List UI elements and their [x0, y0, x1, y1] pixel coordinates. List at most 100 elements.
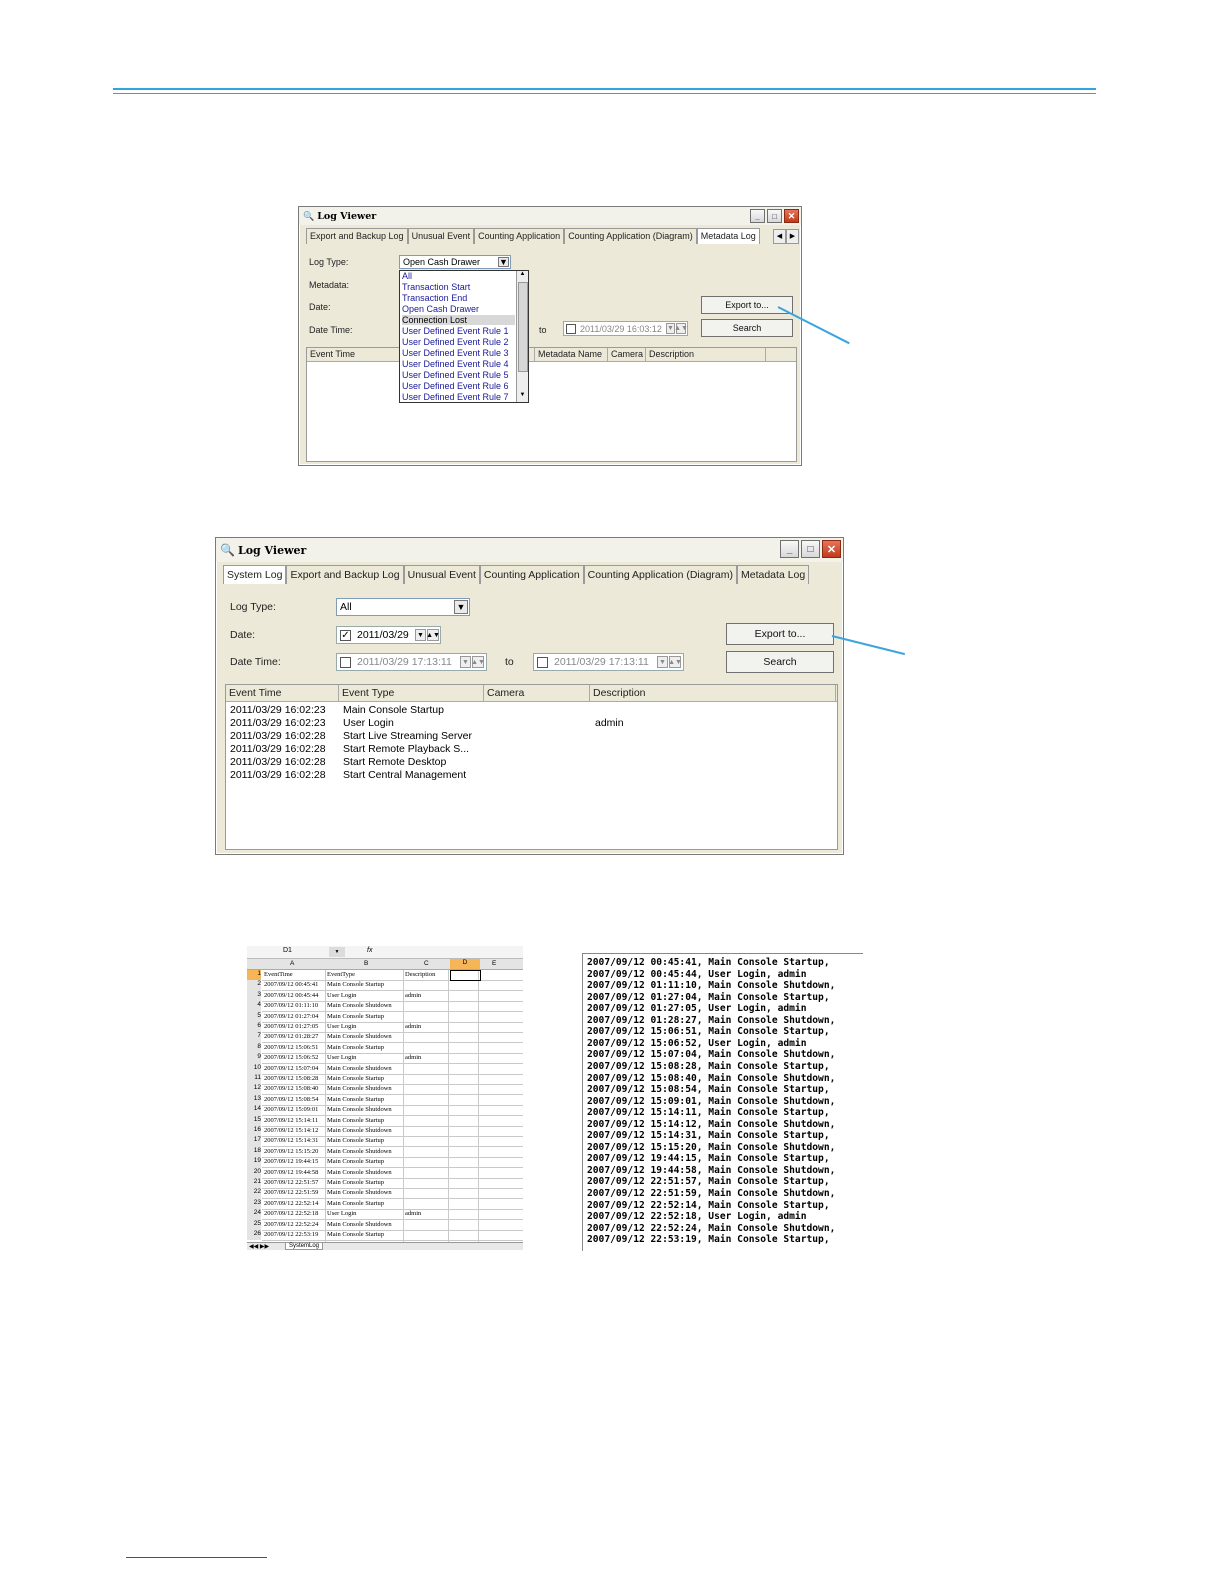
header-cell[interactable]: EventType	[327, 971, 355, 978]
date-time-from-picker[interactable]: 2011/03/29 17:13:11 ▼ ▲▼	[336, 653, 487, 671]
tab-unusual-event[interactable]: Unusual Event	[407, 228, 475, 244]
table-cell[interactable]: Main Console Shutdown	[327, 1169, 392, 1176]
maximize-button[interactable]: □	[767, 209, 782, 223]
row-number[interactable]: 25	[247, 1219, 261, 1230]
table-cell[interactable]: Main Console Shutdown	[327, 1221, 392, 1228]
table-cell[interactable]: Main Console Startup	[327, 1137, 384, 1144]
close-button[interactable]: ✕	[822, 540, 841, 558]
row-number[interactable]: 13	[247, 1094, 261, 1106]
results-list[interactable]: Event Time Metadata Name Camera Descript…	[306, 347, 797, 462]
table-row[interactable]: 2011/03/29 16:02:28 Start Central Managem…	[226, 769, 836, 782]
date-time-from-dropdown-icon[interactable]: ▼	[460, 656, 471, 668]
sheet-tab-systemlog[interactable]: SystemLog	[285, 1243, 324, 1250]
table-cell[interactable]: Main Console Startup	[327, 1179, 384, 1186]
column-description[interactable]: Description	[646, 348, 766, 361]
table-cell[interactable]: Main Console Shutdown	[327, 1148, 392, 1155]
row-number[interactable]: 16	[247, 1126, 261, 1137]
table-cell[interactable]: 2007/09/12 00:45:41	[264, 981, 318, 988]
table-cell[interactable]: 2007/09/12 15:08:40	[264, 1085, 318, 1092]
scroll-up-icon[interactable]: ▲	[517, 271, 528, 281]
table-cell[interactable]: 2007/09/12 15:06:51	[264, 1044, 318, 1051]
table-cell[interactable]: 2007/09/12 22:51:57	[264, 1179, 318, 1186]
tab-unusual-event[interactable]: Unusual Event	[403, 565, 480, 584]
header-cell[interactable]: EventTime	[264, 971, 293, 978]
row-number[interactable]: 2	[247, 980, 261, 991]
row-number[interactable]: 17	[247, 1136, 261, 1147]
table-cell[interactable]: 2007/09/12 15:14:11	[264, 1117, 318, 1124]
row-number[interactable]: 3	[247, 990, 261, 1002]
date-time-to-spinner-icon[interactable]: ▲▼	[668, 656, 682, 668]
tab-system-log[interactable]: System Log	[223, 565, 287, 584]
table-cell[interactable]: User Login	[327, 992, 356, 999]
tab-counting-application[interactable]: Counting Application	[479, 565, 584, 584]
table-row[interactable]: 2011/03/29 16:02:23 User Login admin	[226, 717, 836, 730]
results-list[interactable]: Event Time Event Type Camera Description…	[225, 684, 838, 850]
table-cell[interactable]: 2007/09/12 19:44:58	[264, 1169, 318, 1176]
table-cell[interactable]: Main Console Startup	[327, 1013, 384, 1020]
table-row[interactable]: 2011/03/29 16:02:28 Start Live Streaming …	[226, 730, 836, 743]
column-header-d[interactable]: D	[450, 959, 480, 969]
search-button[interactable]: Search	[701, 319, 793, 337]
tab-export-backup-log[interactable]: Export and Backup Log	[306, 228, 408, 244]
scroll-thumb[interactable]	[518, 282, 528, 372]
column-event-time[interactable]: Event Time	[226, 685, 339, 701]
dropdown-option-transaction-end[interactable]: Transaction End	[402, 293, 515, 303]
date-time-to-picker[interactable]: 2011/03/29 17:13:11 ▼ ▲▼	[533, 653, 684, 671]
column-description[interactable]: Description	[590, 685, 836, 701]
table-cell[interactable]: User Login	[327, 1054, 356, 1061]
table-cell[interactable]: Main Console Shutdown	[327, 1106, 392, 1113]
table-cell[interactable]: admin	[405, 992, 421, 999]
table-cell[interactable]: Main Console Startup	[327, 1044, 384, 1051]
table-cell[interactable]: Main Console Shutdown	[327, 1127, 392, 1134]
table-cell[interactable]: Main Console Startup	[327, 1117, 384, 1124]
table-cell[interactable]: 2007/09/12 22:53:19	[264, 1231, 318, 1238]
table-cell[interactable]: 2007/09/12 15:09:01	[264, 1106, 318, 1113]
table-cell[interactable]: 2007/09/12 15:07:04	[264, 1065, 318, 1072]
dropdown-option-user-rule-7[interactable]: User Defined Event Rule 7	[402, 392, 515, 402]
title-bar[interactable]: 🔍 Log Viewer _ □ ✕	[216, 538, 843, 562]
table-cell[interactable]: 2007/09/12 22:51:59	[264, 1189, 318, 1196]
date-checkbox[interactable]: ✓	[340, 630, 351, 641]
column-header-b[interactable]: B	[364, 960, 368, 967]
table-cell[interactable]: User Login	[327, 1210, 356, 1217]
dropdown-option-transaction-start[interactable]: Transaction Start	[402, 282, 515, 292]
date-time-to-dropdown-icon[interactable]: ▼	[657, 656, 668, 668]
table-cell[interactable]: admin	[405, 1210, 421, 1217]
table-cell[interactable]: 2007/09/12 15:14:12	[264, 1127, 318, 1134]
table-row[interactable]: 2011/03/29 16:02:28 Start Remote Desktop	[226, 756, 836, 769]
row-number[interactable]: 18	[247, 1146, 261, 1158]
table-row[interactable]: 2011/03/29 16:02:23 Main Console Startup	[226, 704, 836, 717]
tab-counting-application[interactable]: Counting Application	[474, 228, 565, 244]
row-number[interactable]: 19	[247, 1157, 261, 1168]
minimize-button[interactable]: _	[780, 540, 799, 558]
table-cell[interactable]: Main Console Startup	[327, 1075, 384, 1082]
row-number[interactable]: 10	[247, 1063, 261, 1074]
table-cell[interactable]: Main Console Startup	[327, 1158, 384, 1165]
table-cell[interactable]: Main Console Startup	[327, 1200, 384, 1207]
table-cell[interactable]: Main Console Startup	[327, 1096, 384, 1103]
date-time-to-spinner-icon[interactable]: ▲▼	[674, 323, 688, 334]
column-camera[interactable]: Camera	[608, 348, 646, 361]
dropdown-option-user-rule-3[interactable]: User Defined Event Rule 3	[402, 348, 515, 358]
export-to-button[interactable]: Export to...	[726, 623, 834, 645]
table-cell[interactable]: 2007/09/12 15:14:31	[264, 1137, 318, 1144]
table-cell[interactable]: Main Console Shutdown	[327, 1085, 392, 1092]
tab-counting-application-diagram[interactable]: Counting Application (Diagram)	[583, 565, 737, 584]
row-number[interactable]: 7	[247, 1032, 261, 1043]
tab-counting-application-diagram[interactable]: Counting Application (Diagram)	[564, 228, 697, 244]
date-time-to-checkbox[interactable]	[537, 657, 548, 668]
date-dropdown-icon[interactable]: ▼	[415, 629, 426, 641]
export-to-button[interactable]: Export to...	[701, 296, 793, 314]
column-header-e[interactable]: E	[492, 960, 496, 967]
scroll-down-icon[interactable]: ▼	[517, 392, 528, 402]
table-cell[interactable]: 2007/09/12 15:08:28	[264, 1075, 318, 1082]
date-time-from-spinner-icon[interactable]: ▲▼	[471, 656, 485, 668]
dropdown-option-user-rule-1[interactable]: User Defined Event Rule 1	[402, 326, 515, 336]
dropdown-option-open-cash-drawer[interactable]: Open Cash Drawer	[402, 304, 515, 314]
table-cell[interactable]: 2007/09/12 15:15:20	[264, 1148, 318, 1155]
close-button[interactable]: ✕	[784, 209, 799, 223]
table-cell[interactable]: 2007/09/12 01:27:05	[264, 1023, 318, 1030]
header-cell[interactable]: Description	[405, 971, 435, 978]
table-cell[interactable]: 2007/09/12 19:44:15	[264, 1158, 318, 1165]
row-number[interactable]: 11	[247, 1074, 261, 1085]
